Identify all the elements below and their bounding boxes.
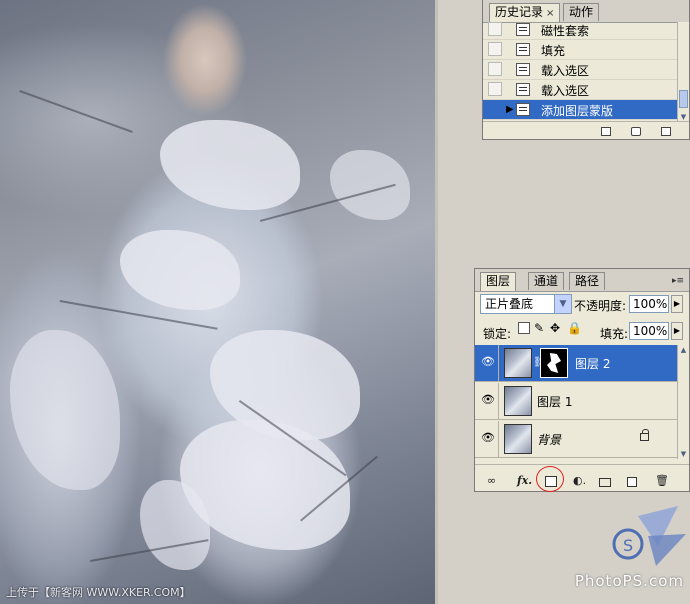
peeled-paint-chip <box>330 150 410 220</box>
highlight-circle-annotation <box>536 466 564 492</box>
fill-input[interactable]: 100% <box>629 322 669 340</box>
history-snapshot-checkbox[interactable] <box>488 22 502 36</box>
crack-line <box>19 90 133 133</box>
scroll-up-arrow-icon[interactable]: ▲ <box>678 345 689 355</box>
history-snapshot-checkbox[interactable] <box>488 82 502 96</box>
history-snapshot-checkbox[interactable] <box>488 42 502 56</box>
blend-mode-value: 正片叠底 <box>485 297 534 311</box>
lock-all-icon[interactable]: 🔒 <box>567 321 582 335</box>
document-canvas[interactable]: 上传于【新客网 WWW.XKER.COM】 <box>0 0 435 604</box>
tab-paths-label: 路径 <box>575 274 600 288</box>
svg-text:S: S <box>623 536 633 555</box>
peeled-paint-chip <box>10 330 120 490</box>
layer-mask-thumbnail[interactable] <box>540 348 568 378</box>
eye-icon[interactable]: 👁 <box>481 356 495 367</box>
history-item-selected[interactable]: ▶ 添加图层蒙版 <box>483 100 679 120</box>
visibility-cell[interactable]: 👁 <box>475 421 499 457</box>
visibility-cell[interactable]: 👁 <box>475 383 499 419</box>
eye-icon[interactable]: 👁 <box>481 394 495 405</box>
tab-channels[interactable]: 通道 <box>528 272 565 290</box>
lock-transparent-icon[interactable] <box>518 322 530 334</box>
fill-label: 填充: <box>600 327 629 341</box>
layers-scrollbar[interactable]: ▲ ▼ <box>677 345 689 459</box>
upload-caption: 上传于【新客网 WWW.XKER.COM】 <box>6 586 191 599</box>
layer-thumbnail <box>504 386 532 416</box>
tab-actions-label: 动作 <box>569 5 594 19</box>
tab-history-label: 历史记录 <box>495 5 544 19</box>
scroll-down-arrow-icon[interactable]: ▼ <box>678 449 689 459</box>
layer-name[interactable]: 图层 1 <box>537 393 572 410</box>
layer-name[interactable]: 背景 <box>537 431 561 448</box>
fx-button[interactable]: fx. <box>517 474 532 487</box>
history-scrollbar[interactable]: ▼ <box>677 22 689 122</box>
history-snapshot-checkbox[interactable] <box>488 62 502 76</box>
eye-icon[interactable]: 👁 <box>481 432 495 443</box>
history-item-label: 载入选区 <box>541 64 590 78</box>
opacity-slider-button[interactable]: ▶ <box>671 295 683 313</box>
camera-icon[interactable] <box>631 127 641 136</box>
lock-label: 锁定: <box>483 327 512 341</box>
history-panel: 历史记录 × 动作 磁性套索 填充 载入选区 载入选区 ▶ 添加图层蒙版 ▼ <box>482 0 690 140</box>
lock-pixels-icon[interactable]: ✎ <box>534 321 544 335</box>
history-step-icon <box>516 83 530 96</box>
tab-channels-label: 通道 <box>534 274 559 288</box>
tab-paths[interactable]: 路径 <box>569 272 606 290</box>
trash-icon[interactable]: 🗑 <box>655 474 669 487</box>
history-item-label: 载入选区 <box>541 84 590 98</box>
history-snapshot-checkbox[interactable] <box>488 102 502 116</box>
peeled-paint-chip <box>120 230 240 310</box>
history-step-icon <box>516 103 530 116</box>
adjustment-layer-icon[interactable]: ◐. <box>573 474 586 487</box>
opacity-input[interactable]: 100% <box>629 295 669 313</box>
layer-row-layer-2[interactable]: 👁 ⛓ 图层 2 <box>475 345 677 382</box>
folder-icon[interactable] <box>599 478 611 487</box>
layer-row-layer-1[interactable]: 👁 图层 1 <box>475 383 677 420</box>
new-document-from-state-icon[interactable] <box>601 127 611 136</box>
layer-thumbnail <box>504 424 532 454</box>
layers-panel: 图层 通道 路径 ▸≡ 正片叠底 ▼ 不透明度: 100% ▶ 锁定: ✎ ✥ … <box>474 268 690 492</box>
chevron-down-icon[interactable]: ▼ <box>554 295 571 313</box>
tab-layers-label: 图层 <box>486 274 511 288</box>
history-step-icon <box>516 63 530 76</box>
opacity-label: 不透明度: <box>574 299 627 313</box>
blend-mode-select[interactable]: 正片叠底 ▼ <box>480 294 572 314</box>
scrollbar-thumb[interactable] <box>679 90 688 108</box>
panel-menu-icon[interactable]: ▸≡ <box>671 275 685 287</box>
history-item-label: 磁性套索 <box>541 24 590 38</box>
close-icon[interactable]: × <box>546 8 554 19</box>
layer-row-background[interactable]: 👁 背景 <box>475 421 677 458</box>
watermark-text: PhotoPS.com <box>574 572 684 590</box>
layers-footer: ∞ fx. ◐. 🗑 <box>475 464 689 491</box>
history-item-label: 添加图层蒙版 <box>541 104 614 118</box>
peeled-paint-chip <box>160 120 300 210</box>
tab-actions[interactable]: 动作 <box>563 3 600 21</box>
history-state-pointer-icon: ▶ <box>506 104 514 115</box>
history-item-label: 填充 <box>541 44 566 58</box>
fill-slider-button[interactable]: ▶ <box>671 322 683 340</box>
new-layer-icon[interactable] <box>627 477 637 487</box>
lock-icon <box>640 429 649 441</box>
layers-tab-bar: 图层 通道 路径 ▸≡ <box>475 269 689 292</box>
history-item[interactable]: 载入选区 <box>483 80 679 100</box>
lock-position-icon[interactable]: ✥ <box>550 321 560 335</box>
lasso-icon <box>516 23 530 36</box>
history-item[interactable]: 载入选区 <box>483 60 679 80</box>
trash-icon[interactable] <box>661 127 671 136</box>
canvas-border <box>435 0 438 604</box>
history-item[interactable]: 磁性套索 <box>483 20 679 40</box>
layer-thumbnail <box>504 348 532 378</box>
history-step-icon <box>516 43 530 56</box>
visibility-cell[interactable]: 👁 <box>475 345 499 381</box>
history-item[interactable]: 填充 <box>483 40 679 60</box>
layer-name[interactable]: 图层 2 <box>575 355 610 372</box>
link-icon[interactable]: ∞ <box>487 474 496 487</box>
history-footer <box>483 121 689 139</box>
tab-layers[interactable]: 图层 <box>480 272 517 291</box>
